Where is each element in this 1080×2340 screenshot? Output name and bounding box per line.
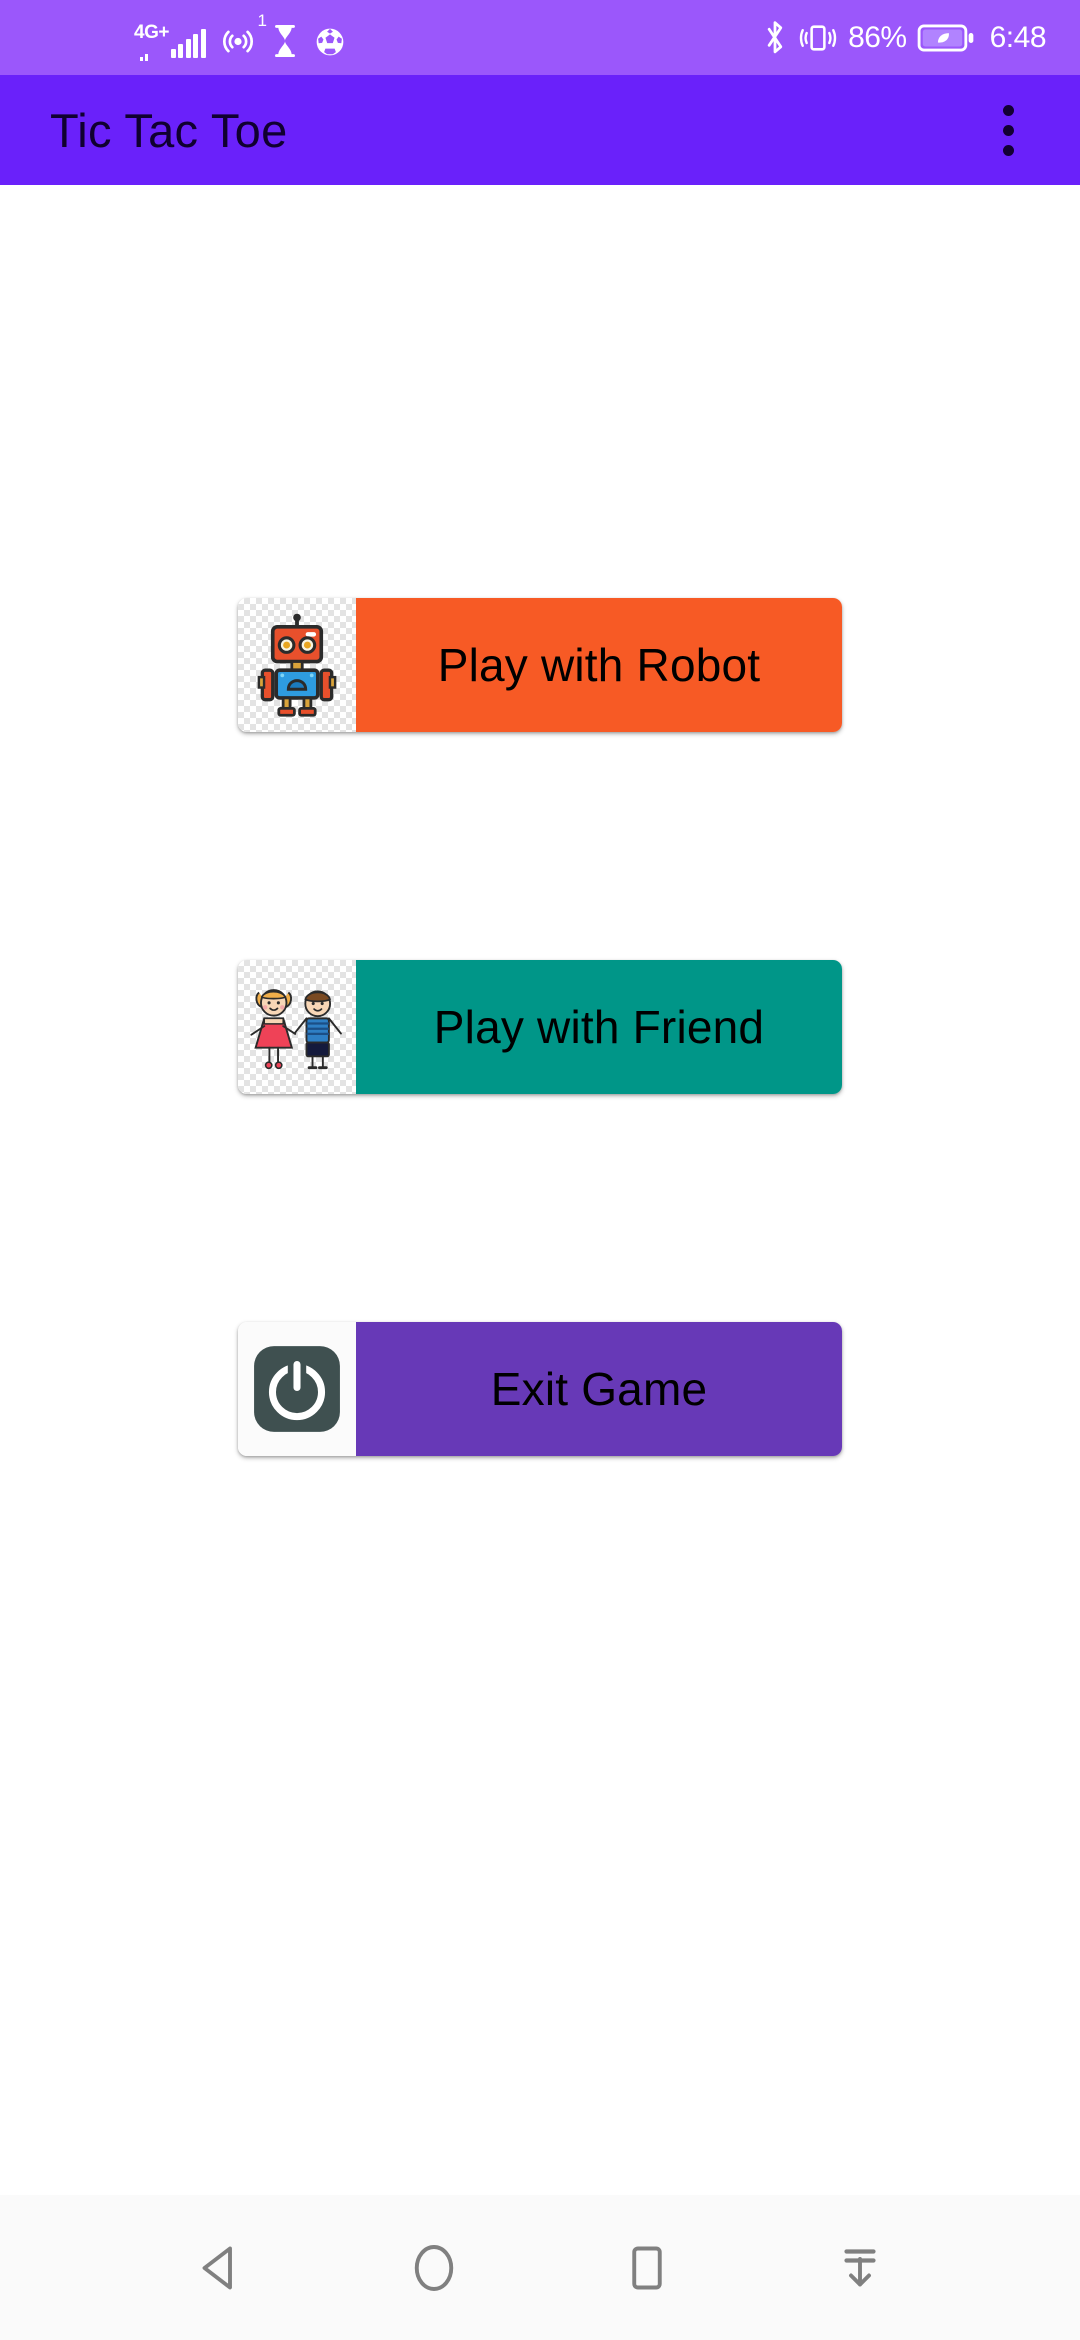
play-with-friend-button[interactable]: Play with Friend (238, 960, 842, 1094)
home-circle-icon[interactable] (386, 2220, 482, 2316)
main-content: Play with Robot Play with Friend Exit Ga… (0, 185, 1080, 2195)
signal-bars-icon: 4G+ (134, 18, 206, 61)
clock-label: 6:48 (989, 20, 1047, 54)
play-with-robot-button[interactable]: Play with Robot (238, 598, 842, 732)
recents-square-icon[interactable] (599, 2220, 695, 2316)
battery-percent-label: 86% (848, 20, 907, 54)
kebab-dot (1003, 124, 1014, 136)
secondary-signal-bars-icon (140, 53, 148, 61)
signal-strength-bars (170, 28, 206, 58)
hotspot-icon: 1 (220, 12, 267, 58)
status-bar-left: 4G+ 1 (34, 12, 346, 61)
kebab-dot (1003, 144, 1014, 156)
back-triangle-icon[interactable] (173, 2220, 269, 2316)
play-with-friend-label: Play with Friend (356, 960, 842, 1094)
exit-game-label: Exit Game (356, 1322, 842, 1456)
kebab-dot (1003, 104, 1014, 116)
exit-game-button[interactable]: Exit Game (238, 1322, 842, 1456)
navigation-bar (0, 2195, 1080, 2340)
status-bar: 4G+ 1 86% 6:48 (0, 0, 1080, 75)
phone-screen: 4G+ 1 86% 6:48 Tic Tac Toe Play with Rob… (0, 0, 1080, 2340)
soccer-ball-icon (314, 26, 346, 58)
battery-eco-icon (917, 21, 975, 55)
app-bar: Tic Tac Toe (0, 75, 1080, 185)
robot-icon (238, 598, 356, 732)
overflow-menu-icon[interactable] (985, 91, 1032, 170)
two-kids-icon (238, 960, 356, 1094)
power-icon (238, 1322, 356, 1456)
network-type-label: 4G+ (134, 21, 169, 43)
vibrate-icon (798, 21, 838, 55)
status-bar-right: 86% 6:48 (762, 19, 1047, 57)
hotspot-count-badge: 1 (257, 10, 267, 30)
pulldown-notification-icon[interactable] (812, 2220, 908, 2316)
bluetooth-icon (762, 19, 788, 57)
page-title: Tic Tac Toe (50, 103, 288, 157)
hourglass-icon (270, 24, 300, 58)
play-with-robot-label: Play with Robot (356, 598, 842, 732)
